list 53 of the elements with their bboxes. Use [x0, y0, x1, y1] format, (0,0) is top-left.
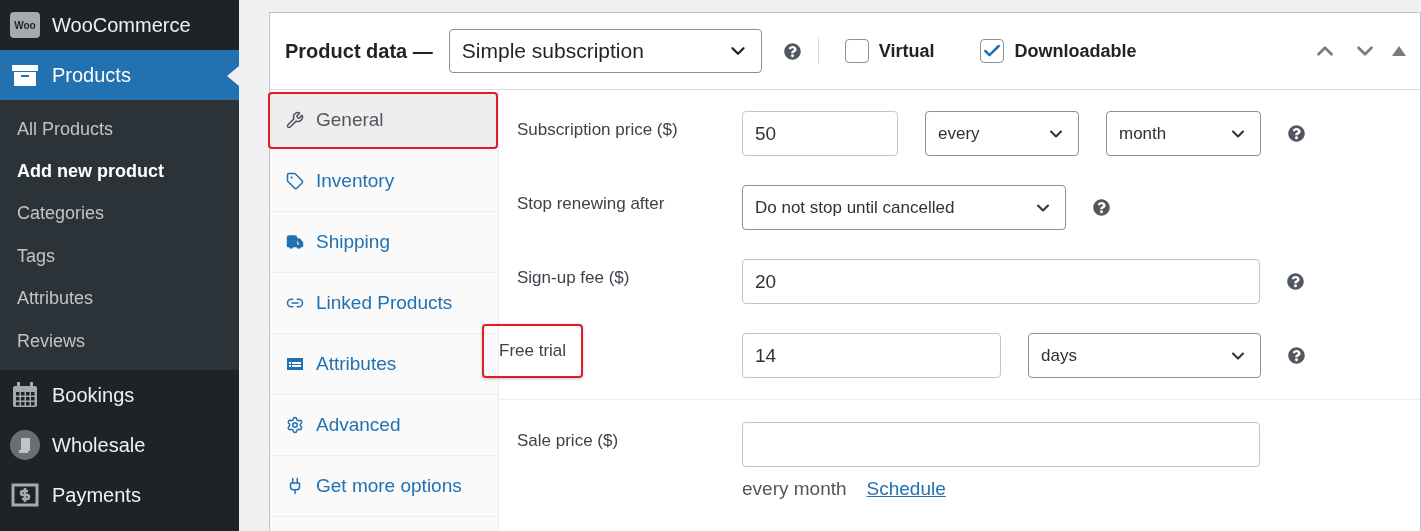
schedule-link[interactable]: Schedule: [866, 475, 946, 504]
tab[interactable]: Attributes: [270, 335, 498, 393]
panel-title: Product data —: [285, 39, 433, 64]
checkbox[interactable]: [980, 39, 1005, 63]
dropdown[interactable]: every: [925, 111, 1079, 156]
submenu-item[interactable]: Tags: [0, 235, 239, 278]
help-icon[interactable]: [783, 42, 801, 60]
field-label: Free trial: [482, 324, 584, 378]
menu-item[interactable]: Bookings: [0, 370, 239, 421]
menu-item[interactable]: Payments: [0, 470, 239, 521]
help-icon[interactable]: [1093, 199, 1110, 216]
receipt-avatar-icon: [10, 430, 40, 461]
wrench-icon: [286, 111, 304, 129]
tab[interactable]: General: [268, 91, 498, 149]
tab[interactable]: Linked Products: [270, 274, 498, 332]
submenu-item[interactable]: Categories: [0, 192, 239, 236]
checkbox-label: Virtual: [878, 39, 935, 63]
tab[interactable]: Get more options: [270, 457, 498, 515]
collapse-icon[interactable]: [1392, 46, 1406, 56]
dropdown[interactable]: days: [1028, 333, 1261, 378]
list-card-icon: [286, 355, 304, 373]
current-pointer-icon: [227, 66, 239, 86]
help-icon[interactable]: [1287, 273, 1304, 290]
product-type-dropdown[interactable]: Simple subscription: [448, 29, 762, 73]
dropdown[interactable]: Do not stop until cancelled: [742, 185, 1066, 230]
submenu-item[interactable]: Attributes: [0, 277, 239, 320]
gear-icon: [286, 416, 304, 434]
dropdown[interactable]: month: [1106, 111, 1261, 156]
field-label: Subscription price ($): [516, 119, 678, 141]
field-label: Sale price ($): [517, 431, 619, 450]
submenu-item[interactable]: All Products: [0, 108, 239, 151]
tab[interactable]: Shipping: [270, 213, 498, 271]
checkbox[interactable]: [844, 39, 869, 63]
woo-logo: Woo: [10, 12, 40, 38]
checkbox-label: Downloadable: [1014, 39, 1137, 63]
help-icon[interactable]: [1288, 347, 1305, 364]
field-label: Sign-up fee ($): [516, 267, 630, 289]
submenu-item[interactable]: Add new product: [0, 150, 239, 193]
menu-item[interactable]: Products: [0, 50, 239, 100]
menu-item[interactable]: Woo WooCommerce: [0, 0, 239, 50]
field-label: Stop renewing after: [516, 193, 665, 215]
text-field[interactable]: 50: [742, 111, 898, 156]
text-field[interactable]: 20: [742, 259, 1260, 304]
text-field[interactable]: [742, 422, 1260, 467]
help-icon[interactable]: [1288, 125, 1305, 142]
tab[interactable]: Advanced: [270, 396, 498, 454]
price-note: every month: [742, 477, 847, 501]
tag-icon: [286, 172, 304, 190]
menu-item[interactable]: Wholesale: [0, 420, 239, 471]
submenu-item[interactable]: Reviews: [0, 319, 239, 363]
text-field[interactable]: 14: [742, 333, 1001, 378]
tab[interactable]: Inventory: [270, 152, 498, 210]
truck-icon: [286, 233, 304, 251]
